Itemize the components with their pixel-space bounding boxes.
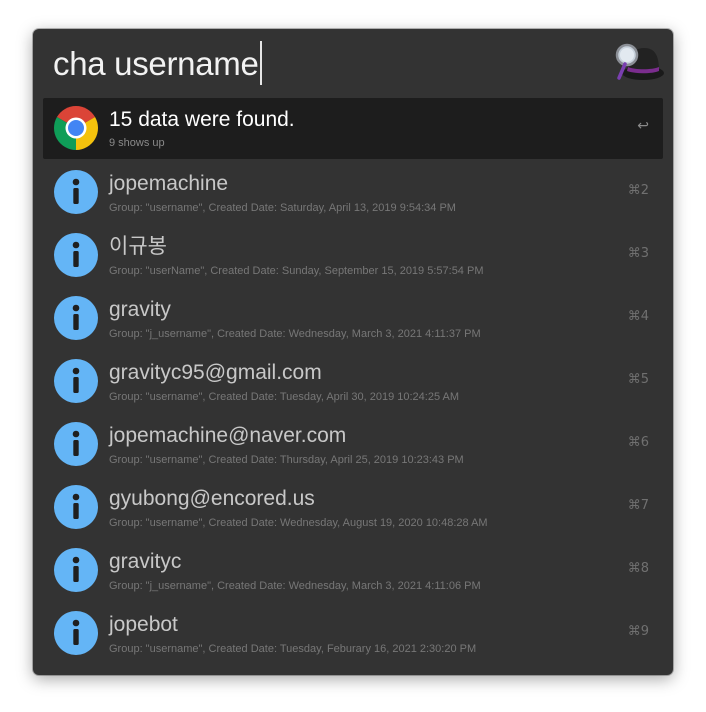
result-row[interactable]: gravityc Group: "j_username", Created Da… bbox=[43, 539, 663, 602]
result-title: gravityc bbox=[109, 550, 182, 573]
result-title: gravityc95@gmail.com bbox=[109, 361, 322, 384]
result-subtitle: Group: "username", Created Date: Tuesday… bbox=[109, 391, 460, 403]
result-row[interactable]: gravity Group: "j_username", Created Dat… bbox=[43, 287, 663, 350]
shortcut-hint: ⌘9 bbox=[627, 624, 649, 639]
info-icon bbox=[54, 296, 98, 340]
chrome-icon bbox=[54, 106, 98, 150]
info-icon bbox=[54, 233, 98, 277]
result-row[interactable]: gyubong@encored.us Group: "username", Cr… bbox=[43, 476, 663, 539]
result-row[interactable]: jopemachine@naver.com Group: "username",… bbox=[43, 413, 663, 476]
result-row[interactable]: 이규봉 Group: "userName", Created Date: Sun… bbox=[43, 224, 663, 287]
result-row[interactable]: jopemachine Group: "username", Created D… bbox=[43, 161, 663, 224]
result-subtitle: Group: "userName", Created Date: Sunday,… bbox=[109, 265, 484, 277]
alfred-window: cha username 15 data were found. 9 shows… bbox=[33, 29, 673, 675]
result-subtitle: 9 shows up bbox=[109, 137, 165, 149]
info-icon bbox=[54, 548, 98, 592]
result-title: gyubong@encored.us bbox=[109, 487, 315, 510]
search-query-text: cha username bbox=[53, 45, 259, 82]
result-title: jopebot bbox=[109, 613, 178, 636]
result-subtitle: Group: "username", Created Date: Tuesday… bbox=[109, 643, 477, 655]
text-caret bbox=[259, 41, 262, 85]
shortcut-hint: ⌘8 bbox=[627, 561, 649, 576]
result-subtitle: Group: "username", Created Date: Thursda… bbox=[109, 454, 464, 466]
search-input[interactable]: cha username bbox=[53, 41, 262, 87]
result-subtitle: Group: "j_username", Created Date: Wedne… bbox=[109, 328, 481, 340]
search-bar[interactable]: cha username bbox=[33, 29, 673, 97]
shortcut-hint: ⌘2 bbox=[627, 183, 649, 198]
result-title: gravity bbox=[109, 298, 171, 321]
shortcut-hint: ⌘4 bbox=[627, 309, 649, 324]
info-icon bbox=[54, 422, 98, 466]
result-title: jopemachine bbox=[109, 172, 229, 195]
result-title: jopemachine@naver.com bbox=[109, 424, 347, 447]
shortcut-hint: ⌘6 bbox=[627, 435, 649, 450]
result-subtitle: Group: "username", Created Date: Saturda… bbox=[109, 202, 456, 214]
info-icon bbox=[54, 359, 98, 403]
shortcut-hint: ⌘7 bbox=[627, 498, 649, 513]
result-subtitle: Group: "username", Created Date: Wednesd… bbox=[109, 517, 488, 529]
info-icon bbox=[54, 611, 98, 655]
result-row[interactable]: jopebot Group: "username", Created Date:… bbox=[43, 602, 663, 665]
info-icon bbox=[54, 485, 98, 529]
shortcut-hint: ⌘5 bbox=[627, 372, 649, 387]
result-title: 15 data were found. bbox=[109, 108, 295, 131]
results-list: 15 data were found. 9 shows up ↩ jopemac… bbox=[43, 98, 663, 665]
result-row-summary[interactable]: 15 data were found. 9 shows up ↩ bbox=[43, 98, 663, 159]
return-key-hint: ↩ bbox=[637, 118, 649, 134]
shortcut-hint: ⌘3 bbox=[627, 246, 649, 261]
info-icon bbox=[54, 170, 98, 214]
result-subtitle: Group: "j_username", Created Date: Wedne… bbox=[109, 580, 481, 592]
alfred-hat-icon bbox=[615, 43, 664, 80]
result-row[interactable]: gravityc95@gmail.com Group: "username", … bbox=[43, 350, 663, 413]
result-title: 이규봉 bbox=[109, 235, 167, 258]
